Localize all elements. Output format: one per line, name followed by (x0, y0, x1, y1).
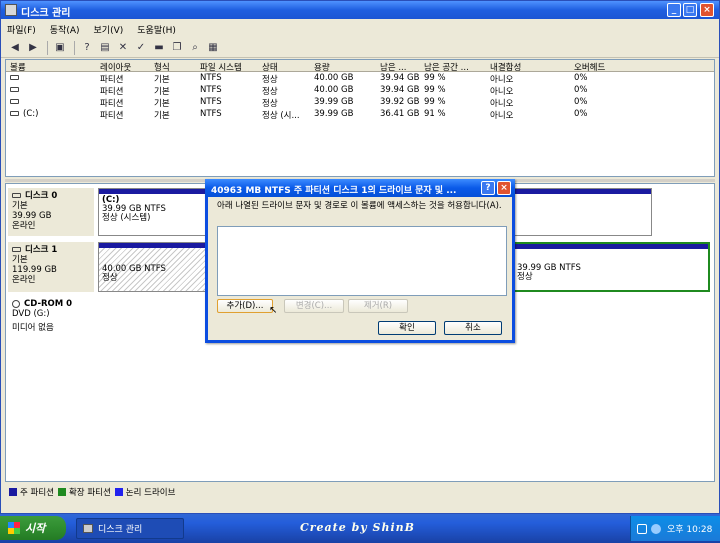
properties-icon[interactable]: ▤ (97, 41, 113, 55)
dialog-message: 아래 나열된 드라이브 문자 및 경로로 이 볼륨에 액세스하는 것을 허용합니… (217, 201, 502, 211)
disk-icon (10, 87, 19, 92)
grid-icon[interactable]: ▦ (205, 41, 221, 55)
close-button[interactable]: × (700, 3, 714, 17)
zoom-icon[interactable]: ⌕ (187, 41, 203, 55)
cdrom-icon (12, 299, 20, 308)
primary-partition-swatch (9, 488, 17, 496)
back-arrow-icon[interactable]: ◀ (7, 41, 23, 55)
toolbar-separator (74, 40, 75, 55)
change-button[interactable]: 변경(C)... (284, 299, 344, 313)
disk-1-label[interactable]: 디스크 1 기본 119.99 GB 온라인 (8, 242, 94, 292)
taskbar-item-disk-management[interactable]: 디스크 관리 (76, 518, 184, 539)
disk-icon (10, 75, 19, 80)
partition-legend: 주 파티션 확장 파티션 논리 드라이브 (5, 485, 715, 499)
menu-bar: 파일(F) 동작(A) 보기(V) 도움말(H) (1, 20, 719, 38)
title-bar[interactable]: 디스크 관리 _ □ × (1, 1, 719, 19)
add-button[interactable]: 추가(D)... (217, 299, 273, 313)
table-row[interactable]: 파티션 기본 NTFS 정상 40.00 GB 39.94 GB 99 % 아니… (6, 72, 714, 85)
disk-management-window: 디스크 관리 _ □ × 파일(F) 동작(A) 보기(V) 도움말(H) ◀ … (0, 0, 720, 514)
drive-letter-path-list[interactable] (217, 226, 507, 296)
volume-icon[interactable] (651, 523, 661, 534)
menu-view[interactable]: 보기(V) (94, 23, 124, 36)
primary-partition-bar (514, 244, 708, 249)
windows-logo-icon (8, 522, 20, 534)
hard-disk-icon (12, 193, 21, 198)
taskbar: 시작 디스크 관리 Create by ShinB 오후 10:28 (0, 514, 720, 543)
disk-management-app-icon (5, 4, 17, 16)
copy-icon[interactable]: ❐ (169, 41, 185, 55)
dialog-close-button[interactable]: × (497, 181, 511, 195)
cdrom-label[interactable]: CD-ROM 0 DVD (G:) 미디어 없음 (8, 296, 94, 338)
partition-disk1-3[interactable]: 39.99 GB NTFS 정상 (512, 242, 710, 292)
check-icon[interactable]: ✓ (133, 41, 149, 55)
window-title: 디스크 관리 (21, 8, 71, 19)
logical-drive-swatch (114, 488, 123, 496)
dialog-title-bar[interactable]: 40963 MB NTFS 주 파티션 디스크 1의 드라이브 문자 및 ...… (205, 179, 515, 197)
volume-list-header: 볼륨 레이아웃 형식 파일 시스템 상태 용량 남은 ... 남은 공간 ...… (6, 60, 714, 73)
toolbar: ◀ ▶ ▣ ? ▤ ✕ ✓ ▬ ❐ ⌕ ▦ (1, 38, 719, 58)
toolbar-separator (47, 40, 48, 55)
author-watermark: Create by ShinB (300, 521, 415, 534)
volume-list: 볼륨 레이아웃 형식 파일 시스템 상태 용량 남은 ... 남은 공간 ...… (5, 59, 715, 177)
minimize-button[interactable]: _ (667, 3, 681, 17)
disk-0-label[interactable]: 디스크 0 기본 39.99 GB 온라인 (8, 188, 94, 236)
menu-file[interactable]: 파일(F) (7, 23, 36, 36)
disk-icon (10, 111, 19, 116)
table-row[interactable]: (C:) 파티션 기본 NTFS 정상 (시... 39.99 GB 36.41… (6, 108, 714, 121)
delete-icon[interactable]: ✕ (115, 41, 131, 55)
menu-help[interactable]: 도움말(H) (137, 23, 176, 36)
disk-management-app-icon (83, 524, 93, 533)
start-button[interactable]: 시작 (0, 516, 66, 540)
help-icon[interactable]: ? (79, 41, 95, 55)
table-row[interactable]: 파티션 기본 NTFS 정상 39.99 GB 39.92 GB 99 % 아니… (6, 96, 714, 109)
clock[interactable]: 오후 10:28 (667, 522, 712, 535)
dialog-title: 40963 MB NTFS 주 파티션 디스크 1의 드라이브 문자 및 ... (211, 186, 457, 196)
table-row[interactable]: 파티션 기본 NTFS 정상 40.00 GB 39.94 GB 99 % 아니… (6, 84, 714, 97)
forward-arrow-icon[interactable]: ▶ (25, 41, 41, 55)
remove-button[interactable]: 제거(R) (348, 299, 408, 313)
ok-button[interactable]: 확인 (378, 321, 436, 335)
maximize-button[interactable]: □ (683, 3, 697, 17)
console-tree-icon[interactable]: ▣ (52, 41, 68, 55)
extended-partition-swatch (57, 488, 66, 496)
open-folder-icon[interactable]: ▬ (151, 41, 167, 55)
change-drive-letter-dialog: 40963 MB NTFS 주 파티션 디스크 1의 드라이브 문자 및 ...… (205, 179, 515, 343)
system-tray: 오후 10:28 (630, 516, 720, 541)
network-icon[interactable] (637, 523, 647, 534)
menu-action[interactable]: 동작(A) (50, 23, 80, 36)
hard-disk-icon (12, 247, 21, 252)
disk-icon (10, 99, 19, 104)
mouse-cursor-icon: ↖ (269, 305, 278, 316)
cancel-button[interactable]: 취소 (444, 321, 502, 335)
help-button[interactable]: ? (481, 181, 495, 195)
